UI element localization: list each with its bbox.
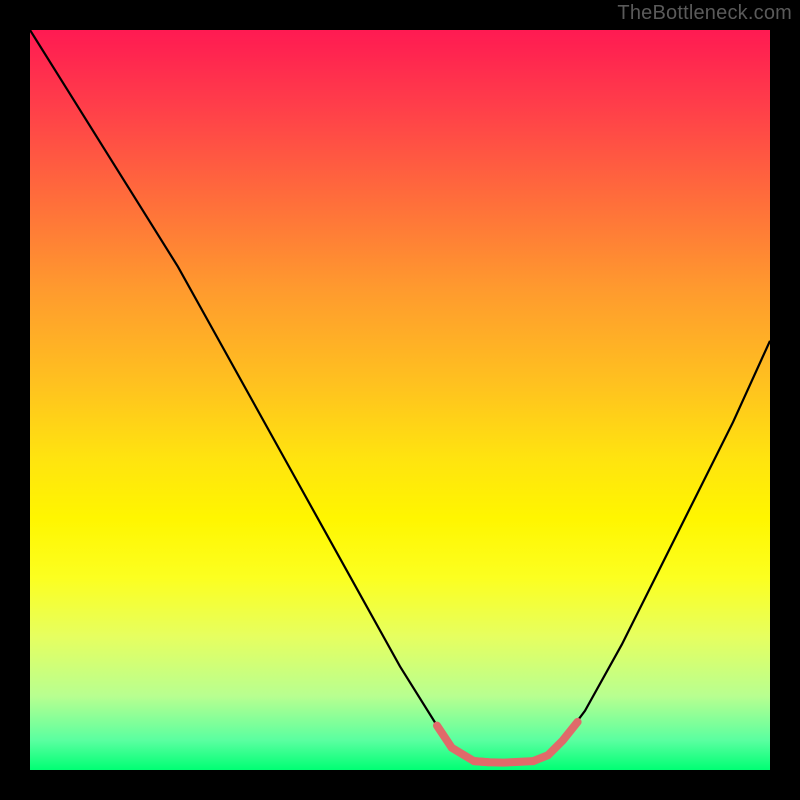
optimal-zone-right — [533, 722, 577, 761]
curve-layer — [30, 30, 770, 770]
optimal-zone-flat — [474, 761, 533, 762]
chart-frame: TheBottleneck.com — [0, 0, 800, 800]
optimal-zone-left — [437, 726, 489, 763]
plot-area — [30, 30, 770, 770]
watermark-text: TheBottleneck.com — [617, 2, 792, 25]
bottleneck-curve — [30, 30, 770, 763]
